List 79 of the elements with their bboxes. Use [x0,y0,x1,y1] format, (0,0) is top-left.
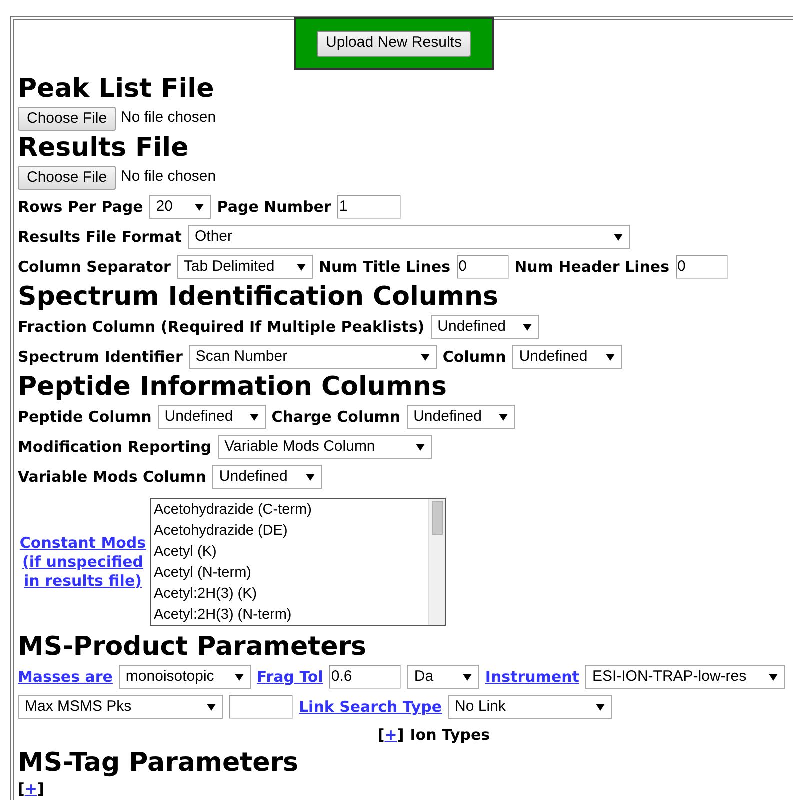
field-label: Rows Per Page [18,196,144,218]
input-field[interactable] [229,695,293,719]
list-option[interactable]: Acetohydrazide (C-term) [154,500,428,521]
field-label: Spectrum Identifier [18,346,183,368]
dropdown[interactable]: 20 [149,195,212,219]
section-heading: MS-Tag Parameters [18,748,300,778]
help-link[interactable]: Instrument [485,666,580,688]
dropdown[interactable]: Undefined [406,405,515,429]
field-label: Peptide Column [18,406,152,428]
dropdown[interactable]: Undefined [212,465,322,489]
list-option[interactable]: Acetyl:2H(3) (N-term) [154,605,428,625]
choose-file-button[interactable]: Choose File [18,166,116,190]
field-label: Results File Format [18,226,182,248]
input-field[interactable]: 0 [676,255,728,279]
dropdown[interactable]: Scan Number [188,345,437,369]
field-label: Column Separator [18,256,171,278]
dropdown[interactable]: Tab Delimited [176,255,313,279]
field-label: Fraction Column (Required If Multiple Peaklists) [18,316,425,338]
bracket: ] [397,724,404,746]
choose-file-button[interactable]: Choose File [18,106,116,130]
caret-icon [596,704,606,710]
caret-icon [195,204,204,210]
file-status: No file chosen [121,108,216,128]
upload-button[interactable]: Upload New Results [317,30,471,56]
dropdown[interactable]: Undefined [158,405,266,429]
caret-icon [769,674,778,680]
help-link[interactable]: Constant Mods (if unspecified in results file) [18,534,148,590]
section-heading: Spectrum Identification Columns [18,282,500,312]
list-option[interactable]: Acetyl:2H(3) (K) [154,584,428,605]
section-label: Ion Types [410,724,490,746]
field-label: Modification Reporting [18,436,212,458]
scrollbar[interactable] [428,499,445,625]
dropdown[interactable]: Variable Mods Column [218,435,432,459]
caret-icon [250,414,259,420]
bracket: [ [378,724,385,746]
field-label: Page Number [217,196,332,218]
file-status: No file chosen [121,167,216,188]
caret-icon [614,234,623,240]
help-link[interactable]: Masses are [18,666,113,688]
help-link[interactable]: Frag Tol [256,666,324,688]
caret-icon [234,674,244,680]
dropdown[interactable]: No Link [448,695,612,719]
dropdown[interactable]: Undefined [512,345,622,369]
section-heading: Peak List File [18,74,216,104]
caret-icon [420,354,430,360]
caret-icon [207,704,216,710]
field-label: Num Header Lines [514,256,670,278]
dropdown[interactable]: Undefined [430,315,539,339]
field-label: Variable Mods Column [18,466,206,488]
input-field[interactable]: 0 [456,255,509,279]
input-field[interactable]: 1 [337,195,402,219]
section-heading: Results File [18,133,190,163]
expand-link[interactable]: + [24,778,38,800]
input-field[interactable]: 0.6 [329,665,402,689]
caret-icon [416,444,425,450]
caret-icon [498,414,508,420]
bracket: [ [18,778,25,800]
list-option[interactable]: Acetohydrazide (DE) [154,521,428,542]
caret-icon [296,264,306,270]
field-label: Column [442,346,506,368]
field-label: Num Title Lines [318,256,451,278]
dropdown[interactable]: Other [188,225,630,249]
caret-icon [522,324,532,330]
dropdown[interactable]: monoisotopic [118,665,251,689]
dropdown[interactable]: ESI-ION-TRAP-low-res [585,665,786,689]
bracket: ] [37,778,44,800]
dropdown[interactable]: Max MSMS Pks [18,695,223,719]
caret-icon [306,474,316,480]
list-option[interactable]: Acetyl (N-term) [154,563,428,584]
section-heading: MS-Product Parameters [18,632,368,662]
dropdown[interactable]: Da [407,665,480,689]
section-heading: Peptide Information Columns [18,372,448,402]
caret-icon [463,674,472,680]
list-box[interactable]: Acetohydrazide (C-term) Acetohydrazide (DE) Acetyl (K) Acetyl (N-term) Acetyl:2H(3) (K) Acetyl:2H(3) (N-term) [150,498,446,626]
caret-icon [606,354,616,360]
field-label: Charge Column [272,406,401,428]
list-option[interactable]: Acetyl (K) [154,542,428,563]
help-link[interactable]: Link Search Type [299,696,442,718]
expand-link[interactable]: + [384,724,398,746]
